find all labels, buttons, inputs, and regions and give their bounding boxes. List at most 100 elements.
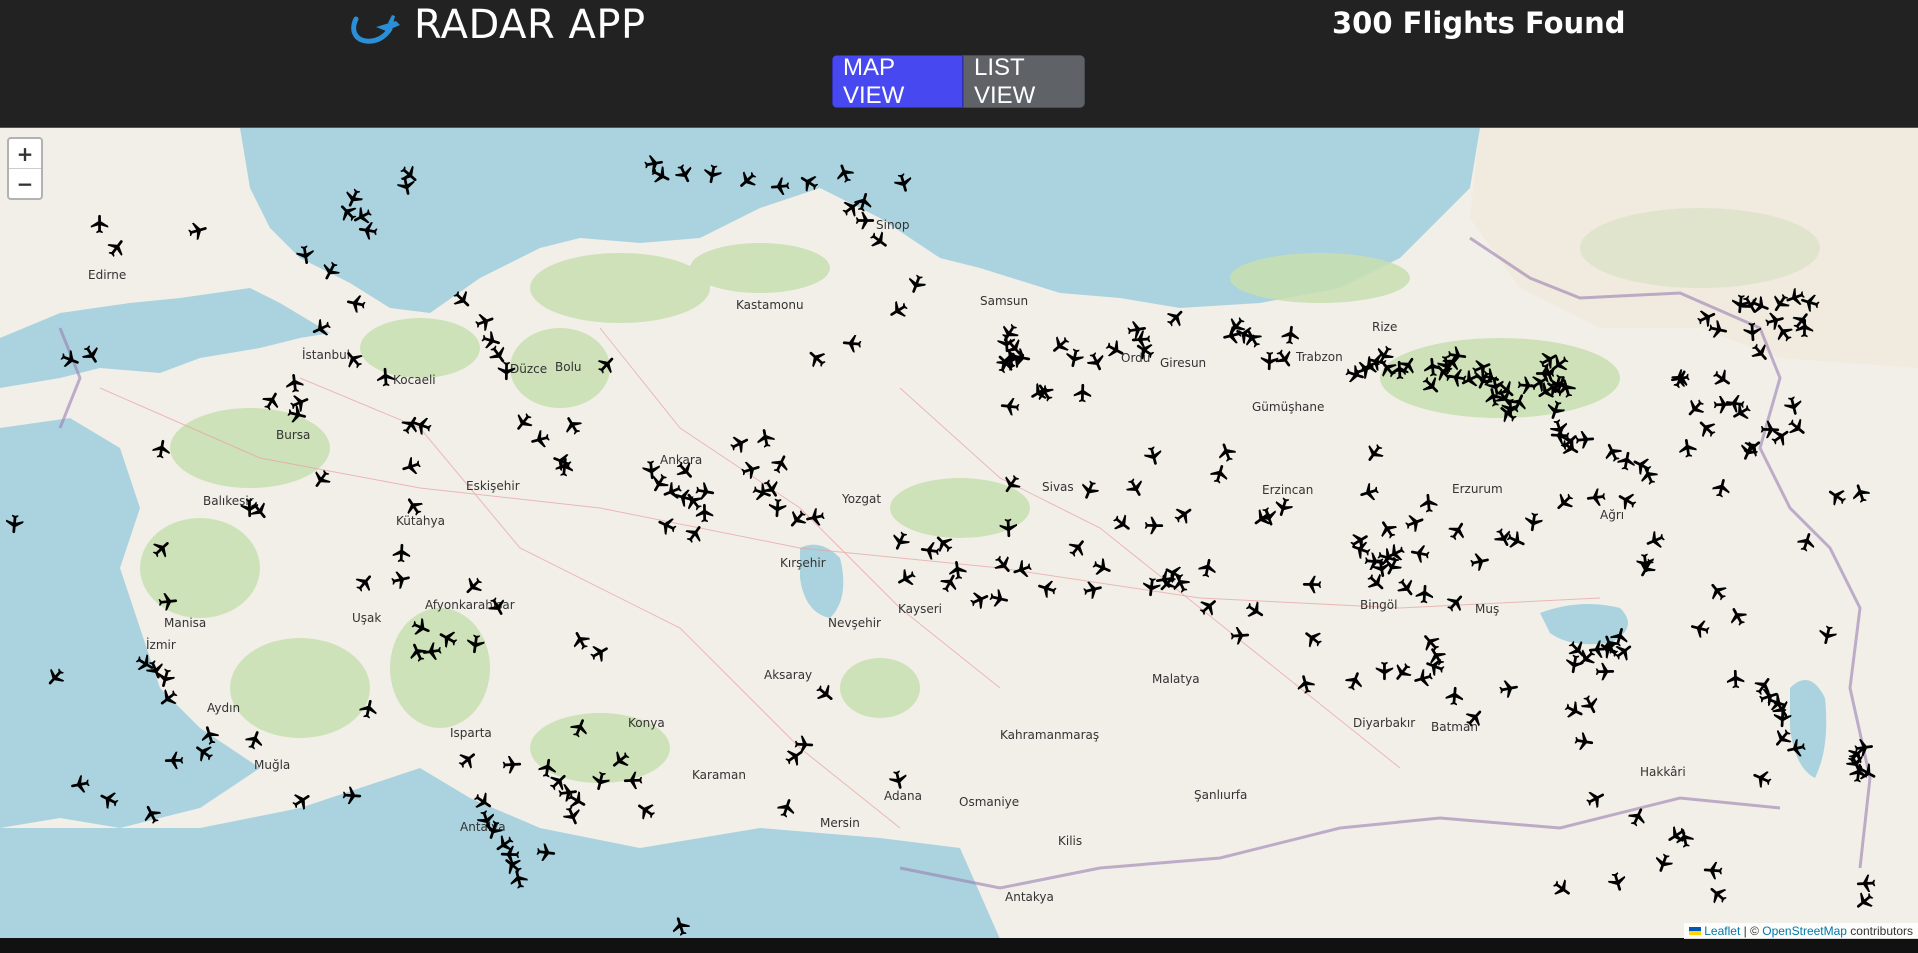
plane-icon[interactable] — [1434, 353, 1459, 378]
zoom-in-button[interactable]: + — [9, 139, 41, 169]
plane-icon[interactable] — [149, 436, 174, 461]
city-label: Kastamonu — [736, 298, 804, 312]
city-label: Aksaray — [764, 668, 813, 682]
city-label: Trabzon — [1296, 350, 1343, 364]
plane-icon[interactable] — [67, 771, 93, 797]
plane-icon[interactable] — [1672, 825, 1698, 851]
plane-icon[interactable] — [1725, 668, 1748, 691]
plane-icon[interactable] — [1594, 661, 1616, 683]
plane-icon[interactable] — [1407, 540, 1433, 566]
city-label: Erzurum — [1452, 482, 1503, 496]
city-label: Kilis — [1058, 834, 1083, 848]
plane-icon[interactable] — [840, 331, 864, 355]
zoom-out-button[interactable]: − — [9, 169, 41, 198]
plane-icon[interactable] — [393, 173, 419, 199]
city-label: Rize — [1372, 320, 1398, 334]
city-label: Aydın — [207, 701, 241, 715]
plane-icon[interactable] — [1854, 871, 1877, 894]
plane-icon[interactable] — [1520, 509, 1545, 534]
plane-icon[interactable] — [1667, 365, 1692, 390]
city-label: Ağrı — [1600, 508, 1625, 522]
city-label: Kayseri — [898, 602, 943, 616]
plane-swoosh-icon — [351, 15, 400, 44]
plane-icon[interactable] — [292, 242, 317, 267]
plane-icon[interactable] — [854, 210, 876, 232]
plane-icon[interactable] — [500, 753, 523, 776]
plane-icon[interactable] — [1143, 515, 1165, 537]
plane-icon[interactable] — [1705, 317, 1731, 343]
plane-icon[interactable] — [1195, 555, 1221, 581]
flight-map[interactable]: + − Edirne İstanbul Kocaeli Bolu Düzce Sinop K… — [0, 127, 1918, 939]
plane-icon[interactable] — [1413, 582, 1436, 605]
city-label: Karaman — [692, 768, 746, 782]
city-label: Hakkâri — [1640, 765, 1686, 779]
city-label: Muğla — [254, 758, 291, 772]
plane-icon[interactable] — [156, 590, 180, 614]
plane-icon[interactable] — [553, 455, 577, 479]
plane-icon[interactable] — [1571, 729, 1596, 754]
city-label: Kocaeli — [393, 373, 436, 387]
city-label: Kütahya — [396, 514, 445, 528]
plane-icon[interactable] — [1712, 394, 1735, 417]
plane-icon[interactable] — [1228, 624, 1251, 647]
osm-link[interactable]: OpenStreetMap — [1762, 924, 1847, 938]
city-label: Samsun — [980, 294, 1029, 308]
leaflet-flag-icon — [1689, 927, 1702, 935]
plane-icon[interactable] — [694, 502, 716, 524]
plane-icon[interactable] — [1443, 684, 1467, 708]
plane-icon[interactable] — [390, 541, 413, 564]
plane-icon[interactable] — [1496, 676, 1522, 702]
plane-icon[interactable] — [340, 784, 363, 807]
attribution-separator: | © — [1740, 924, 1763, 938]
plane-icon[interactable] — [534, 841, 559, 866]
plane-icon[interactable] — [1279, 323, 1304, 348]
plane-icon[interactable] — [802, 504, 828, 530]
plane-icon[interactable] — [768, 174, 792, 198]
plane-icon[interactable] — [1467, 549, 1493, 575]
plane-icon[interactable] — [343, 290, 369, 316]
city-label: Bursa — [276, 428, 311, 442]
plane-icon[interactable] — [753, 425, 779, 451]
flight-count: 300 Flights Found — [1332, 6, 1626, 40]
map-view-button[interactable]: MAP VIEW — [832, 55, 963, 108]
plane-icon[interactable] — [463, 632, 488, 657]
view-toggle: MAP VIEW LIST VIEW — [832, 55, 1085, 108]
plane-icon[interactable] — [1728, 292, 1752, 316]
plane-icon[interactable] — [1548, 423, 1571, 446]
city-label: Osmaniye — [959, 795, 1020, 809]
plane-icon[interactable] — [89, 213, 111, 235]
plane-icon[interactable] — [699, 161, 725, 187]
plane-icon[interactable] — [163, 749, 185, 771]
plane-icon[interactable] — [1301, 573, 1323, 595]
plane-icon[interactable] — [622, 769, 645, 792]
plane-icon[interactable] — [998, 394, 1022, 418]
plane-icon[interactable] — [1759, 419, 1782, 442]
city-label: Kırşehir — [780, 556, 826, 570]
plane-icon[interactable] — [1584, 485, 1609, 510]
plane-icon[interactable] — [2, 512, 26, 536]
plane-icon[interactable] — [1740, 320, 1763, 343]
city-label: Mersin — [820, 816, 860, 830]
plane-icon[interactable] — [996, 516, 1019, 539]
plane-icon[interactable] — [1701, 858, 1724, 881]
app-logo — [346, 0, 402, 50]
plane-icon[interactable] — [374, 365, 397, 388]
plane-icon[interactable] — [495, 360, 517, 382]
map-attribution: Leaflet | © OpenStreetMap contributors — [1684, 923, 1918, 939]
city-label: Diyarbakır — [1353, 716, 1416, 730]
city-label: Şanlıurfa — [1194, 788, 1248, 802]
city-label: Kahramanmaraş — [1000, 728, 1100, 742]
list-view-button[interactable]: LIST VIEW — [963, 55, 1085, 108]
city-label: Konya — [628, 716, 665, 730]
plane-icon[interactable] — [1072, 382, 1095, 405]
leaflet-link[interactable]: Leaflet — [1704, 924, 1740, 938]
plane-icon[interactable] — [355, 217, 380, 242]
city-label: Sivas — [1042, 480, 1074, 494]
plane-icon[interactable] — [1675, 435, 1700, 460]
bottom-bar — [0, 938, 1918, 953]
plane-icon[interactable] — [1258, 350, 1281, 373]
plane-icon[interactable] — [238, 497, 261, 520]
plane-icon[interactable] — [792, 733, 815, 756]
zoom-control: + − — [7, 137, 43, 200]
city-label: Nevşehir — [828, 616, 881, 630]
